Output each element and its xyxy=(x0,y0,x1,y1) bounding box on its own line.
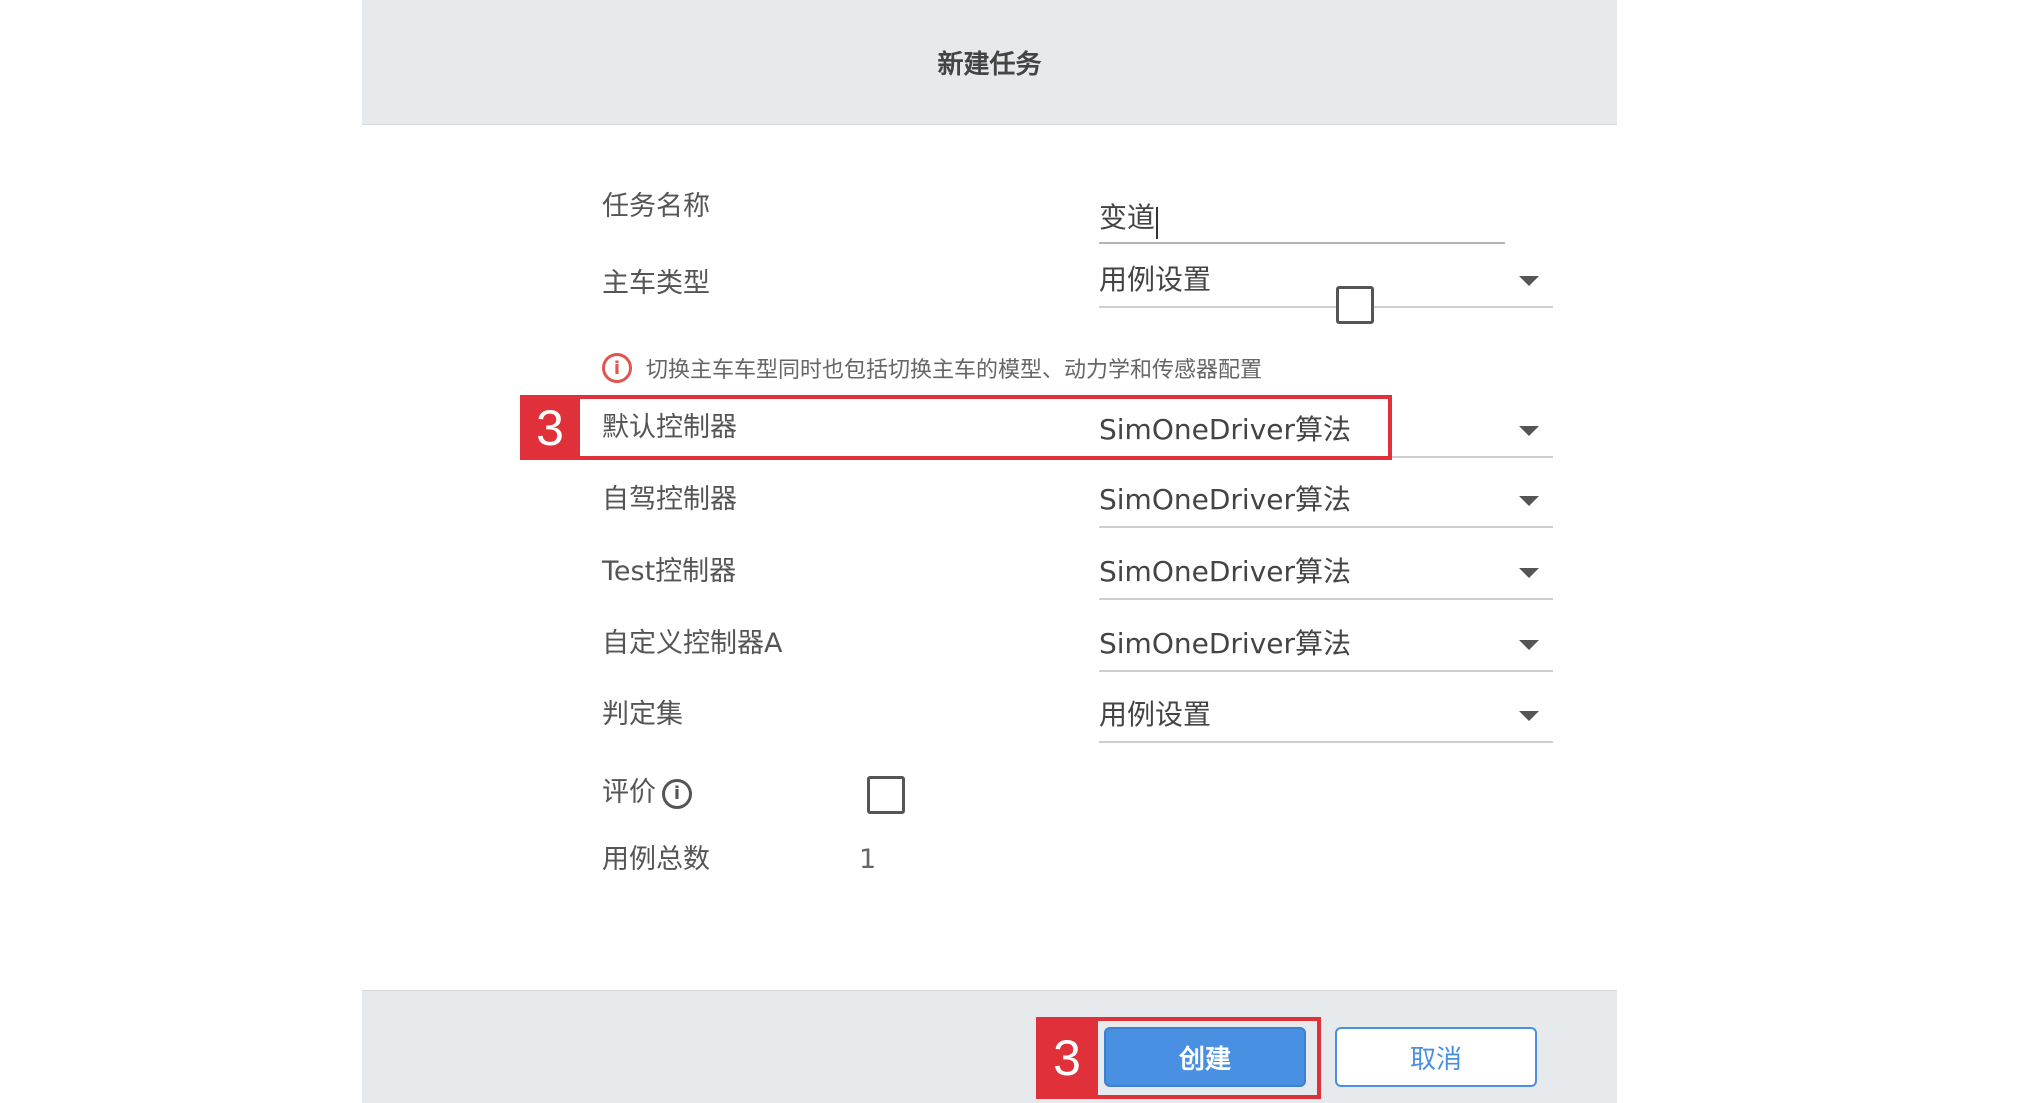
task-name-value: 变道 xyxy=(1099,201,1156,234)
ego-type-label: 主车类型 xyxy=(602,268,710,299)
ego-type-hint: i 切换主车车型同时也包括切换主车的模型、动力学和传感器配置 xyxy=(602,348,1262,388)
test-controller-select[interactable]: SimOneDriver算法 xyxy=(1099,546,1553,600)
case-total-value: 1 xyxy=(859,844,877,875)
custom-controller-label: 自定义控制器A xyxy=(602,628,783,659)
create-callout-badge: 3 xyxy=(1036,1017,1098,1099)
custom-controller-value: SimOneDriver算法 xyxy=(1099,627,1352,660)
dialog-header: 新建任务 xyxy=(362,0,1617,125)
new-task-dialog: 新建任务 任务名称 变道 主车类型 用例设置 i 切换主车车型同时也包括切换主车… xyxy=(362,0,1617,1103)
info-icon[interactable]: i xyxy=(662,778,692,809)
text-caret xyxy=(1156,206,1159,239)
autodrive-controller-label: 自驾控制器 xyxy=(602,484,737,515)
hint-text: 切换主车车型同时也包括切换主车的模型、动力学和传感器配置 xyxy=(646,358,1263,383)
chevron-down-icon xyxy=(1519,426,1539,436)
custom-controller-select[interactable]: SimOneDriver算法 xyxy=(1099,618,1553,672)
warning-icon: i xyxy=(602,353,632,383)
chevron-down-icon xyxy=(1519,640,1539,650)
judge-set-value: 用例设置 xyxy=(1099,698,1212,731)
chevron-down-icon xyxy=(1519,276,1539,286)
chevron-down-icon xyxy=(1519,496,1539,506)
test-controller-value: SimOneDriver算法 xyxy=(1099,555,1352,588)
controller-callout-box xyxy=(520,395,1392,460)
chevron-down-icon xyxy=(1519,568,1539,578)
dialog-footer: 创建 取消 xyxy=(362,990,1617,1103)
evaluation-label: 评价 i xyxy=(602,763,692,823)
task-name-input[interactable]: 变道 xyxy=(1099,194,1505,244)
dialog-title: 新建任务 xyxy=(937,49,1042,80)
cancel-button[interactable]: 取消 xyxy=(1335,1027,1537,1087)
evaluation-checkbox[interactable] xyxy=(867,776,905,814)
autodrive-controller-select[interactable]: SimOneDriver算法 xyxy=(1099,474,1553,528)
case-total-label: 用例总数 xyxy=(602,844,710,875)
ego-type-checkbox[interactable] xyxy=(1336,286,1374,324)
chevron-down-icon xyxy=(1519,711,1539,721)
autodrive-controller-value: SimOneDriver算法 xyxy=(1099,483,1352,516)
task-name-label: 任务名称 xyxy=(602,191,710,222)
ego-type-value: 用例设置 xyxy=(1099,263,1212,296)
judge-set-select[interactable]: 用例设置 xyxy=(1099,689,1553,743)
judge-set-label: 判定集 xyxy=(602,699,683,730)
test-controller-label: Test控制器 xyxy=(602,556,737,587)
ego-type-select[interactable]: 用例设置 xyxy=(1099,254,1553,308)
controller-callout-badge: 3 xyxy=(520,395,580,460)
evaluation-label-text: 评价 xyxy=(602,777,656,808)
